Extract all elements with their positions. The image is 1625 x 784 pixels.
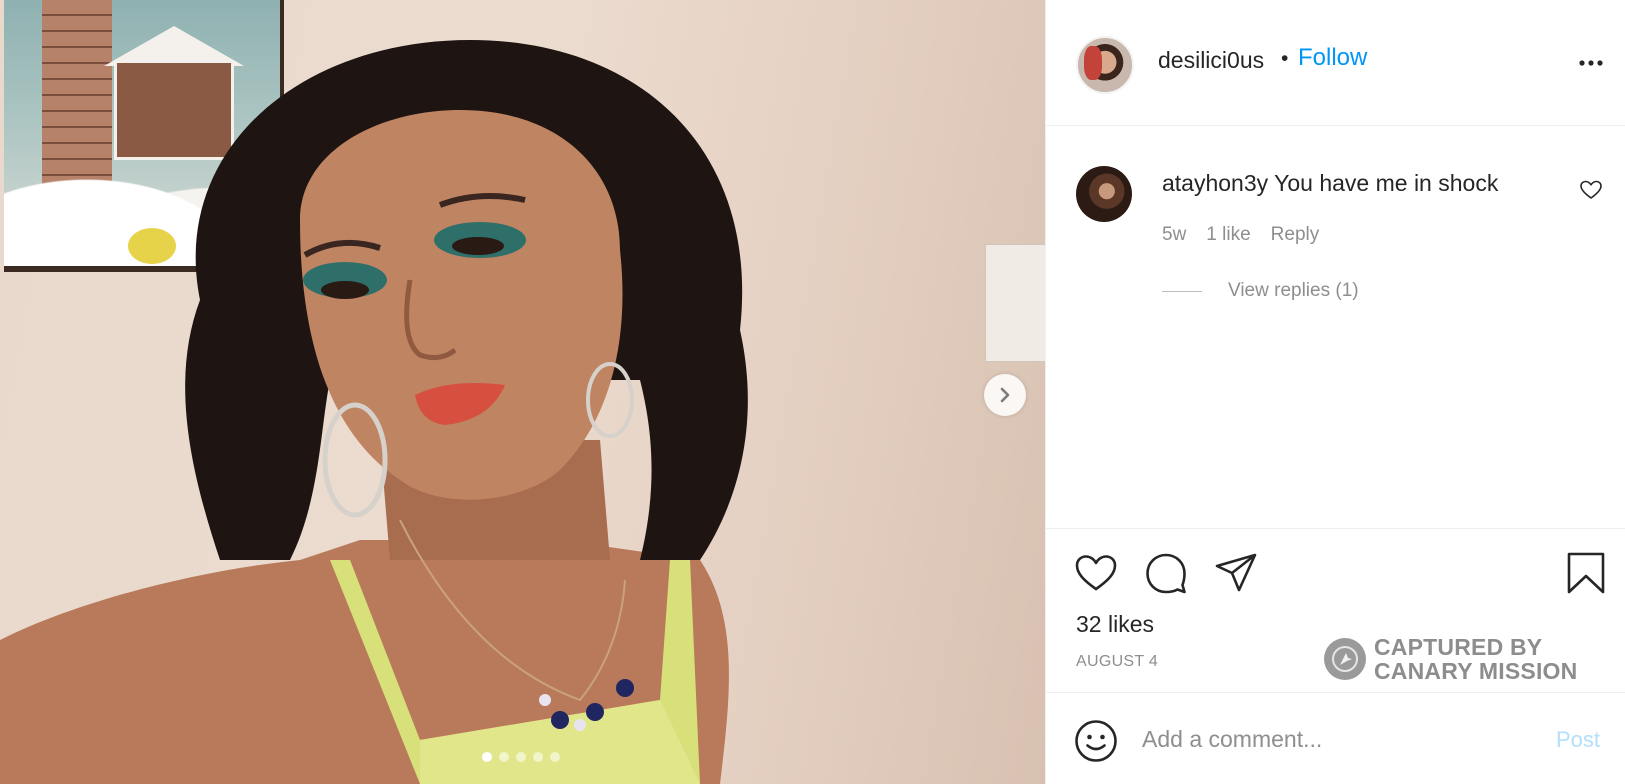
carousel-dot <box>550 752 560 762</box>
likes-count[interactable]: 32 likes <box>1076 611 1154 638</box>
carousel-dots <box>482 752 560 762</box>
instagram-post-view: desilici0us • Follow atayhon3y You have m… <box>0 0 1625 784</box>
carousel-dot <box>533 752 543 762</box>
commenter-avatar[interactable] <box>1076 166 1132 222</box>
post-side-panel: desilici0us • Follow atayhon3y You have m… <box>1045 0 1625 784</box>
person-selfie <box>0 40 748 784</box>
comment-meta: 5w 1 like Reply <box>1162 224 1319 246</box>
carousel-dot <box>482 752 492 762</box>
carousel-dot <box>499 752 509 762</box>
post-actions-section: 32 likes AUGUST 4 CAPTURED BY CANARY MIS… <box>1046 528 1625 692</box>
post-comment-button[interactable]: Post <box>1556 727 1600 753</box>
chevron-right-icon <box>1000 387 1010 403</box>
more-options-icon[interactable] <box>1576 48 1606 78</box>
header-separator: • <box>1281 47 1289 70</box>
carousel-next-button[interactable] <box>984 374 1026 416</box>
comment-body: You have me in shock <box>1274 170 1499 196</box>
carousel-dot <box>516 752 526 762</box>
watermark-line-2: CANARY MISSION <box>1374 658 1578 684</box>
reply-button[interactable]: Reply <box>1271 224 1320 246</box>
follow-button[interactable]: Follow <box>1298 44 1367 72</box>
add-comment-bar: Post <box>1046 692 1625 784</box>
replies-divider <box>1162 290 1202 292</box>
add-comment-input[interactable] <box>1142 717 1522 761</box>
owner-username[interactable]: desilici0us <box>1158 47 1264 74</box>
post-date: AUGUST 4 <box>1076 653 1159 670</box>
canary-bird-icon <box>1324 638 1366 680</box>
owner-avatar[interactable] <box>1076 36 1134 94</box>
watermark-line-1: CAPTURED BY <box>1374 634 1543 660</box>
comment-text-line: atayhon3y You have me in shock <box>1162 170 1498 197</box>
comment-age: 5w <box>1162 224 1187 245</box>
view-replies-label: View replies (1) <box>1228 280 1359 301</box>
heart-icon[interactable] <box>1074 551 1118 595</box>
share-icon[interactable] <box>1214 551 1258 595</box>
canary-mission-watermark: CAPTURED BY CANARY MISSION <box>1324 635 1577 683</box>
post-photo[interactable] <box>0 0 1045 784</box>
action-icons-row <box>1074 551 1258 595</box>
bookmark-icon[interactable] <box>1564 551 1608 595</box>
comment-icon[interactable] <box>1144 551 1188 595</box>
view-replies-button[interactable]: View replies (1) <box>1162 280 1359 302</box>
comment-like-heart-icon[interactable] <box>1579 178 1603 202</box>
comment-likes-link[interactable]: 1 like <box>1206 224 1250 246</box>
commenter-username[interactable]: atayhon3y <box>1162 170 1268 196</box>
post-header: desilici0us • Follow <box>1046 0 1625 126</box>
watermark-text: CAPTURED BY CANARY MISSION <box>1374 635 1577 683</box>
emoji-icon[interactable] <box>1074 719 1118 763</box>
